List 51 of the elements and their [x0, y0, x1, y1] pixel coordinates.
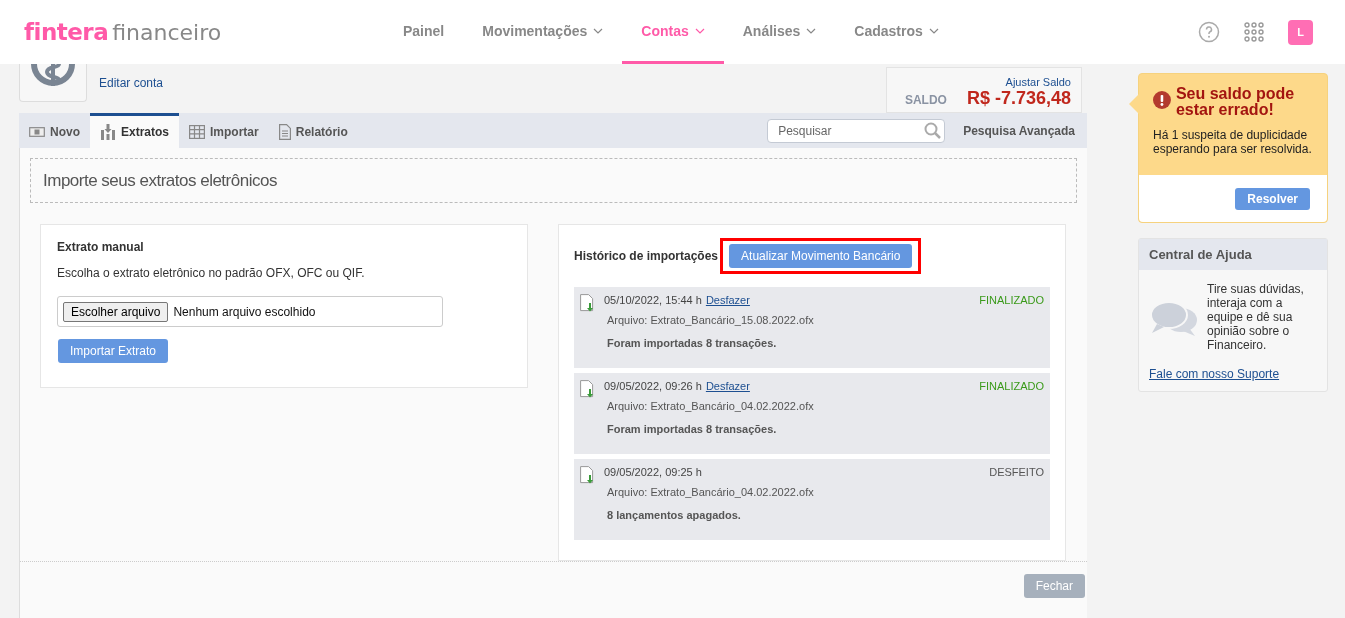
banknote-icon [29, 126, 45, 138]
bars-arrow-icon [100, 124, 116, 140]
search-icon [924, 121, 942, 139]
file-name: Arquivo: Extrato_Bancário_04.02.2022.ofx [607, 400, 815, 412]
file-name: Arquivo: Extrato_Bancário_04.02.2022.ofx [607, 486, 815, 498]
nav-item[interactable]: Painel [384, 0, 464, 64]
undo-link[interactable]: Desfazer [705, 294, 750, 306]
nav-item[interactable]: Cadastros [835, 0, 958, 64]
import-datetime: 09/05/2022, 09:26 h [604, 380, 702, 392]
description-text: Escolha o extrato eletrônico no padrão OFX, OFC ou QIF. [57, 266, 366, 280]
apps-grid-icon[interactable] [1244, 22, 1264, 42]
status-label: FINALIZADO [979, 380, 1044, 392]
tab[interactable]: Extratos [90, 113, 180, 148]
import-message: 8 lançamentos apagados. [607, 509, 742, 521]
alert-title: Seu saldo pode estar errado! [1175, 86, 1296, 118]
table-icon [189, 125, 206, 139]
file-name: Arquivo: Extrato_Bancário_15.08.2022.ofx [607, 314, 815, 326]
card-title: Extrato manual [57, 240, 145, 254]
balance-value: R$ -7.736,48 [966, 88, 1071, 109]
choose-file-button[interactable]: Escolher arquivo [63, 301, 169, 322]
section-title: Importe seus extratos eletrônicos [30, 158, 1077, 203]
file-download-icon [580, 294, 596, 312]
support-link[interactable]: Fale com nosso Suporte [1149, 367, 1317, 381]
edit-account-link[interactable]: Editar conta [99, 76, 164, 113]
card-title: Histórico de importações [574, 249, 719, 263]
help-title: Central de Ajuda [1139, 239, 1327, 270]
tab[interactable]: Relatório [268, 113, 358, 148]
file-download-icon [580, 466, 596, 484]
nav-item[interactable]: Movimentações [463, 0, 623, 64]
help-icon[interactable] [1198, 21, 1220, 43]
tab[interactable]: Importar [179, 113, 269, 148]
alert-text: Há 1 suspeita de duplicidade esperando para ser resolvida. [1153, 128, 1313, 156]
tab[interactable]: Novo [19, 113, 90, 148]
product-name: financeiro [112, 20, 222, 45]
document-icon [278, 124, 291, 140]
import-datetime: 05/10/2022, 15:44 h [604, 294, 702, 306]
balance-label: SALDO [904, 93, 947, 107]
import-message: Foram importadas 8 transações. [607, 337, 778, 349]
status-label: DESFEITO [989, 466, 1044, 478]
advanced-search-link[interactable]: Pesquisa Avançada [963, 123, 1075, 138]
nav-item[interactable]: Análises [723, 0, 836, 64]
search-field[interactable]: Pesquisar [767, 118, 946, 143]
import-message: Foram importadas 8 transações. [607, 423, 778, 435]
undo-link[interactable]: Desfazer [705, 380, 750, 392]
adjust-balance-link[interactable]: Ajustar Saldo [897, 76, 1071, 88]
import-datetime: 09/05/2022, 09:25 h [604, 466, 702, 478]
help-text: Tire suas dúvidas, interaja com a equipe e dê sua opinião sobre o Financeiro. [1207, 282, 1305, 352]
file-input[interactable]: Escolher arquivo Nenhum arquivo escolhido [57, 296, 443, 327]
file-status: Nenhum arquivo escolhido [173, 304, 316, 319]
file-download-icon [580, 380, 596, 398]
status-label: FINALIZADO [979, 294, 1044, 306]
